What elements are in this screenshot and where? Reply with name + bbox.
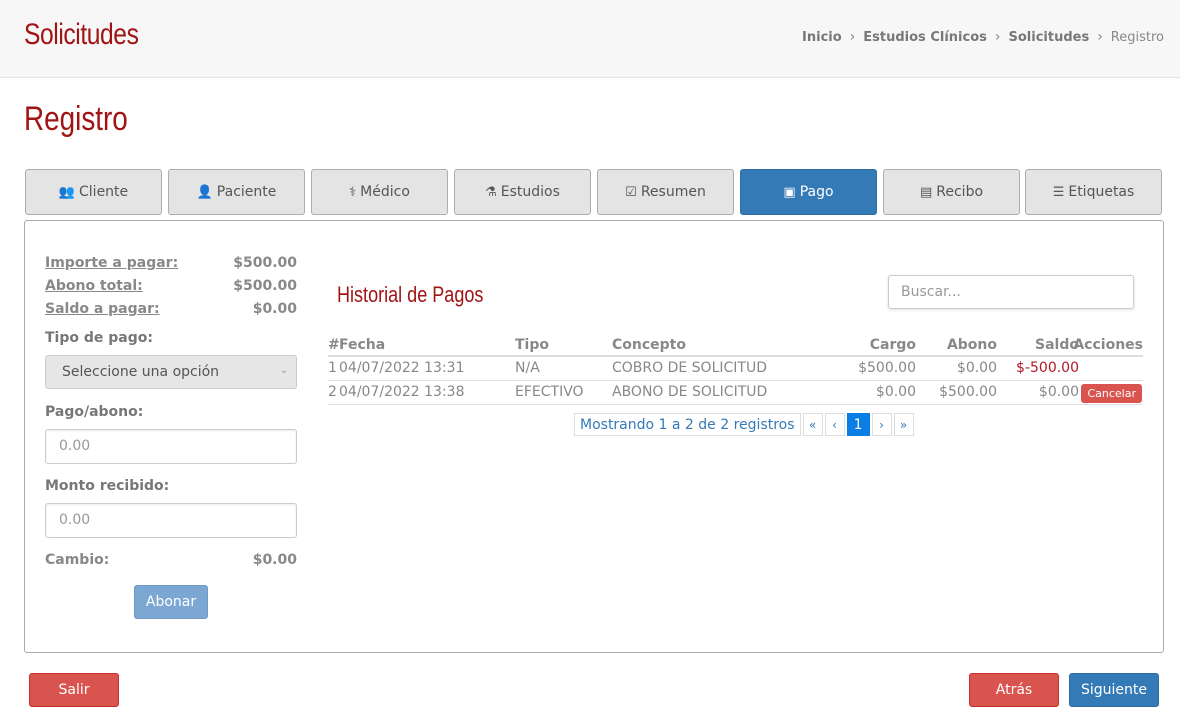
cell-saldo: $-500.00: [1016, 360, 1079, 376]
cell-tipo: EFECTIVO: [515, 384, 584, 400]
pagination-info: Mostrando 1 a 2 de 2 registros: [574, 413, 801, 436]
chevron-down-icon: ⌄: [279, 365, 288, 376]
file-text-icon: ▤: [919, 184, 933, 200]
prev-page-button[interactable]: ‹: [824, 413, 845, 436]
pago-abono-input[interactable]: 0.00: [45, 429, 297, 464]
cell-concepto: ABONO DE SOLICITUD: [612, 384, 768, 400]
payments-table: # Fecha Tipo Concepto Cargo Abono Saldo …: [328, 334, 1143, 405]
col-concepto[interactable]: Concepto: [612, 337, 686, 353]
tab-estudios[interactable]: ⚗ Estudios: [454, 169, 591, 215]
cambio-label: Cambio:: [45, 552, 110, 568]
saldo-value: $0.00: [252, 301, 297, 317]
top-bar: Solicitudes Inicio › Estudios Clínicos ›…: [0, 0, 1180, 78]
table-header: # Fecha Tipo Concepto Cargo Abono Saldo …: [328, 334, 1143, 357]
cell-num: 2: [328, 384, 337, 400]
atras-button[interactable]: Atrás: [969, 673, 1059, 707]
cambio-value: $0.00: [252, 552, 297, 568]
chevron-right-icon: ›: [849, 29, 856, 45]
user-icon: 👤: [196, 184, 213, 200]
tab-label: Paciente: [216, 184, 277, 200]
salir-button[interactable]: Salir: [29, 673, 119, 707]
importe-row: Importe a pagar: $500.00: [45, 255, 297, 271]
chevron-right-icon: ›: [994, 29, 1001, 45]
cell-num: 1: [328, 360, 337, 376]
payment-panel: Importe a pagar: $500.00 Abono total: $5…: [24, 220, 1164, 653]
tab-label: Etiquetas: [1068, 184, 1135, 200]
col-cargo[interactable]: Cargo: [870, 337, 916, 353]
tab-label: Resumen: [640, 184, 706, 200]
wizard-tabs: 👥 Cliente 👤 Paciente ⚕ Médico ⚗ Estudios ☑ Re…: [25, 169, 1162, 215]
tab-label: Estudios: [500, 184, 560, 200]
importe-label: Importe a pagar:: [45, 255, 179, 271]
next-page-button[interactable]: ›: [871, 413, 892, 436]
abono-label: Abono total:: [45, 278, 143, 294]
history-title: Historial de Pagos: [337, 282, 484, 307]
flask-icon: ⚗: [485, 184, 497, 200]
pagination: Mostrando 1 a 2 de 2 registros « ‹ 1 › »: [574, 413, 916, 436]
tipo-pago-select[interactable]: Seleccione una opción ⌄: [45, 355, 297, 389]
cell-cargo: $500.00: [858, 360, 916, 376]
tipo-pago-value: Seleccione una opción: [62, 364, 220, 380]
cell-saldo: $0.00: [1038, 384, 1079, 400]
siguiente-button[interactable]: Siguiente: [1069, 673, 1159, 707]
tab-etiquetas[interactable]: ☰ Etiquetas: [1025, 169, 1162, 215]
importe-value: $500.00: [233, 255, 297, 271]
check-square-icon: ☑: [625, 184, 637, 200]
tab-label: Pago: [799, 184, 834, 200]
col-fecha[interactable]: Fecha: [339, 337, 385, 353]
pago-abono-label: Pago/abono:: [45, 404, 144, 420]
saldo-label: Saldo a pagar:: [45, 301, 160, 317]
cell-abono: $0.00: [956, 360, 997, 376]
search-input[interactable]: Buscar...: [888, 275, 1134, 309]
monto-recibido-label: Monto recibido:: [45, 478, 170, 494]
cell-tipo: N/A: [515, 360, 540, 376]
table-row: 1 04/07/2022 13:31 N/A COBRO DE SOLICITU…: [328, 357, 1143, 381]
users-icon: 👥: [58, 184, 76, 200]
col-tipo[interactable]: Tipo: [515, 337, 549, 353]
breadcrumb-estudios[interactable]: Estudios Clínicos: [863, 30, 987, 45]
tab-recibo[interactable]: ▤ Recibo: [883, 169, 1020, 215]
abono-row: Abono total: $500.00: [45, 278, 297, 294]
barcode-icon: ☰: [1052, 184, 1065, 200]
cell-fecha: 04/07/2022 13:38: [339, 384, 465, 400]
tab-pago[interactable]: ▣ Pago: [740, 169, 877, 215]
cell-fecha: 04/07/2022 13:31: [339, 360, 465, 376]
app-title: Solicitudes: [24, 18, 139, 51]
table-row: 2 04/07/2022 13:38 EFECTIVO ABONO DE SOL…: [328, 381, 1143, 405]
cell-abono: $500.00: [939, 384, 997, 400]
breadcrumb-solicitudes[interactable]: Solicitudes: [1008, 30, 1089, 45]
tab-medico[interactable]: ⚕ Médico: [311, 169, 448, 215]
page-title: Registro: [24, 100, 128, 138]
abono-value: $500.00: [233, 278, 297, 294]
breadcrumb-inicio[interactable]: Inicio: [802, 30, 842, 45]
breadcrumb: Inicio › Estudios Clínicos › Solicitudes…: [802, 29, 1164, 45]
tipo-pago-label: Tipo de pago:: [45, 330, 153, 346]
first-page-button[interactable]: «: [802, 413, 823, 436]
cell-cargo: $0.00: [875, 384, 916, 400]
abonar-button[interactable]: Abonar: [134, 585, 208, 619]
cambio-row: Cambio: $0.00: [45, 552, 297, 568]
monto-recibido-input[interactable]: 0.00: [45, 503, 297, 538]
last-page-button[interactable]: »: [893, 413, 914, 436]
saldo-row: Saldo a pagar: $0.00: [45, 301, 297, 317]
tab-label: Cliente: [79, 184, 129, 200]
col-num: #: [328, 337, 340, 353]
cancel-payment-button[interactable]: Cancelar: [1081, 384, 1142, 403]
tab-label: Recibo: [936, 184, 984, 200]
money-icon: ▣: [783, 184, 796, 200]
breadcrumb-registro: Registro: [1110, 29, 1164, 45]
tab-paciente[interactable]: 👤 Paciente: [168, 169, 305, 215]
tab-cliente[interactable]: 👥 Cliente: [25, 169, 162, 215]
col-acciones: Acciones: [1073, 337, 1143, 353]
tab-label: Médico: [360, 184, 410, 200]
tab-resumen[interactable]: ☑ Resumen: [597, 169, 734, 215]
user-md-icon: ⚕: [349, 184, 357, 200]
current-page-button[interactable]: 1: [846, 413, 870, 436]
chevron-right-icon: ›: [1097, 29, 1103, 45]
cell-concepto: COBRO DE SOLICITUD: [612, 360, 767, 376]
col-abono[interactable]: Abono: [947, 337, 997, 353]
